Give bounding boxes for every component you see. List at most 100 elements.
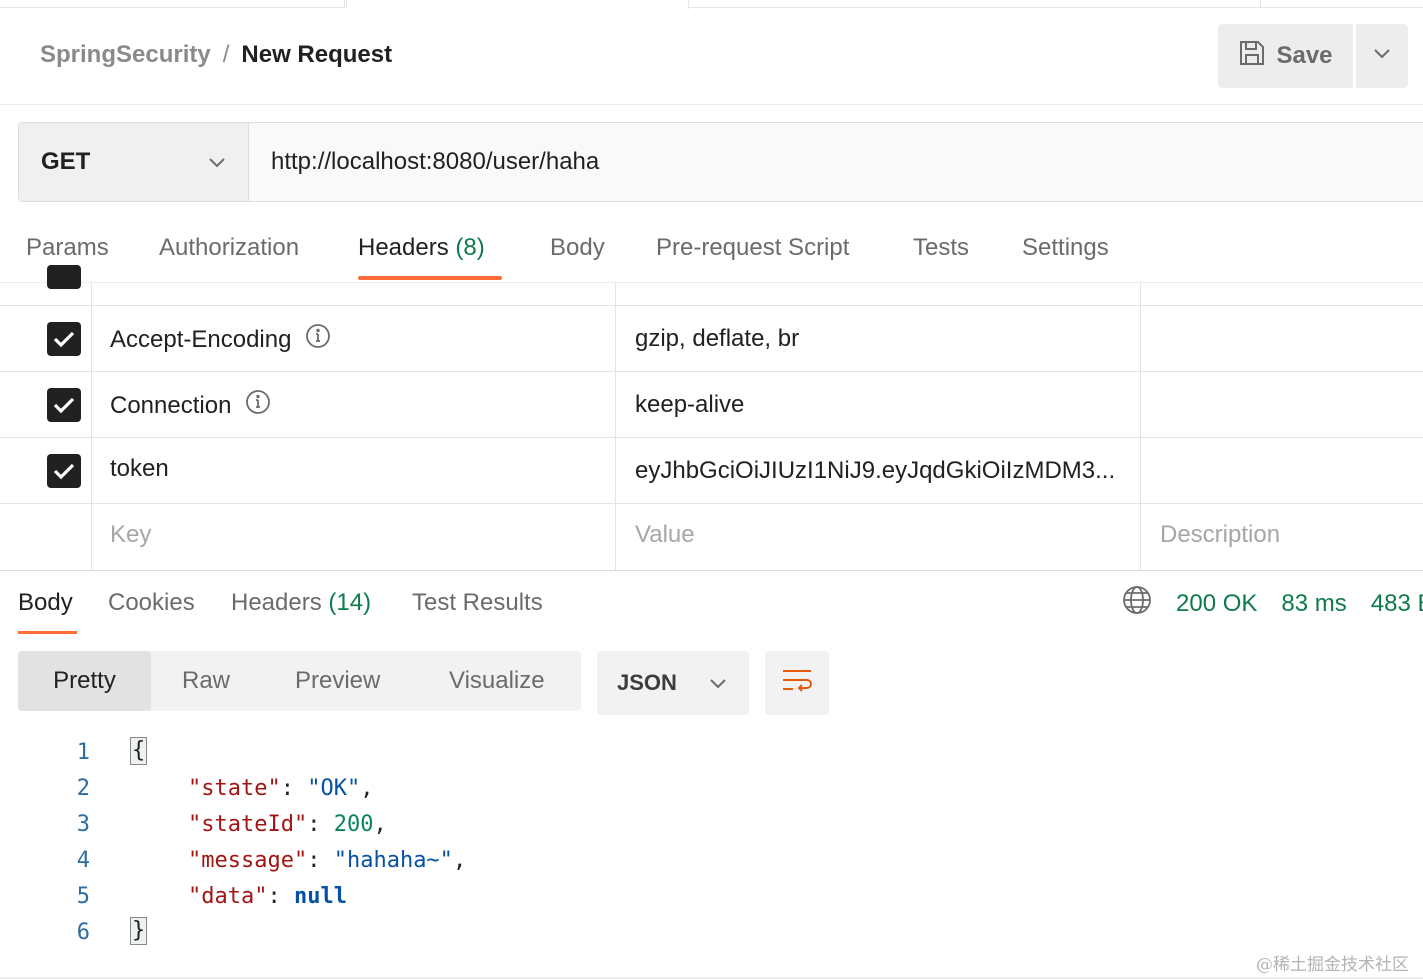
save-button[interactable]: Save bbox=[1218, 24, 1353, 88]
tab-label: Tests bbox=[913, 234, 970, 261]
line-number: 5 bbox=[76, 884, 90, 909]
tab-settings[interactable]: Settings bbox=[1022, 234, 1109, 262]
info-icon[interactable] bbox=[305, 323, 331, 356]
chevron-down-icon bbox=[1373, 47, 1391, 65]
tab-strip bbox=[0, 0, 1423, 9]
tab-label: Body bbox=[550, 234, 605, 261]
active-tab-indicator bbox=[358, 276, 502, 280]
line-number: 1 bbox=[76, 740, 90, 765]
json-value: 200 bbox=[333, 812, 374, 837]
code-line: "stateId": 200, bbox=[188, 812, 387, 837]
header-checkbox[interactable] bbox=[47, 322, 81, 356]
info-icon[interactable] bbox=[245, 389, 271, 422]
json-key: "message" bbox=[188, 848, 308, 873]
response-tab-headers[interactable]: Headers (14) bbox=[231, 589, 371, 617]
code-line: "data": null bbox=[188, 884, 347, 909]
breadcrumb: SpringSecurity / New Request bbox=[40, 41, 392, 69]
line-number: 3 bbox=[76, 812, 90, 837]
header-key-text: Connection bbox=[110, 391, 232, 419]
header-value[interactable]: eyJhbGciOiJIUzI1NiJ9.eyJqdGkiOiIzMDM3... bbox=[635, 457, 1115, 485]
view-raw-button[interactable]: Raw bbox=[182, 651, 230, 711]
json-key: "data" bbox=[188, 884, 268, 909]
breadcrumb-collection[interactable]: SpringSecurity bbox=[40, 41, 211, 69]
json-key: "state" bbox=[188, 776, 281, 801]
tab-tests[interactable]: Tests bbox=[913, 234, 969, 262]
response-time[interactable]: 83 ms bbox=[1281, 590, 1346, 618]
code-line: "state": "OK", bbox=[188, 776, 374, 801]
tab-label: Cookies bbox=[108, 589, 195, 616]
view-pretty-button[interactable]: Pretty bbox=[18, 651, 151, 711]
json-value: "OK" bbox=[307, 776, 361, 801]
headers-table: Accept-Encoding gzip, deflate, br Connec… bbox=[0, 265, 1423, 570]
tab-body[interactable]: Body bbox=[550, 234, 605, 262]
globe-icon[interactable] bbox=[1122, 585, 1152, 622]
header-key[interactable]: Connection bbox=[110, 389, 271, 422]
status-code[interactable]: 200 OK bbox=[1176, 590, 1257, 618]
request-tabs: Params Authorization Headers (8) Body Pr… bbox=[0, 222, 1423, 282]
tab-divider bbox=[1260, 0, 1261, 8]
response-tab-body[interactable]: Body bbox=[18, 589, 73, 617]
format-select[interactable]: JSON bbox=[597, 651, 749, 715]
header-checkbox[interactable] bbox=[47, 454, 81, 488]
response-size[interactable]: 483 B bbox=[1371, 590, 1423, 618]
code-line: { bbox=[130, 737, 148, 765]
tab-label: Authorization bbox=[159, 234, 300, 261]
tab-count: (14) bbox=[328, 589, 372, 616]
response-status: 200 OK 83 ms 483 B bbox=[1122, 585, 1423, 622]
header-value[interactable]: keep-alive bbox=[635, 391, 744, 419]
close-brace: } bbox=[130, 917, 148, 945]
tab-label: Params bbox=[26, 234, 109, 261]
request-header: SpringSecurity / New Request Save bbox=[0, 8, 1423, 105]
tab-label: Pre-request Script bbox=[656, 234, 850, 261]
json-comma: , bbox=[360, 776, 374, 801]
view-mode-group: Pretty Raw Preview Visualize bbox=[18, 651, 581, 711]
line-number: 2 bbox=[76, 776, 90, 801]
watermark: @稀土掘金技术社区 bbox=[1256, 955, 1409, 975]
tab-count: (8) bbox=[455, 234, 485, 261]
json-comma: , bbox=[373, 812, 387, 837]
open-brace: { bbox=[130, 737, 148, 765]
json-comma: , bbox=[452, 848, 467, 873]
save-icon bbox=[1238, 39, 1266, 74]
response-tab-cookies[interactable]: Cookies bbox=[108, 589, 195, 617]
header-key-text: Accept-Encoding bbox=[110, 325, 292, 353]
header-checkbox[interactable] bbox=[47, 388, 81, 422]
header-key[interactable]: token bbox=[110, 455, 169, 483]
response-body-editor[interactable]: 1 2 3 4 5 6 { "state": "OK", "stateId": … bbox=[0, 735, 1423, 955]
breadcrumb-separator: / bbox=[222, 41, 230, 68]
new-description-input[interactable]: Description bbox=[1160, 521, 1280, 549]
json-value: null bbox=[293, 884, 347, 909]
line-number: 4 bbox=[76, 848, 90, 873]
chevron-down-icon bbox=[709, 670, 727, 696]
view-visualize-button[interactable]: Visualize bbox=[449, 651, 545, 711]
save-label: Save bbox=[1276, 42, 1333, 69]
tab-authorization[interactable]: Authorization bbox=[159, 234, 299, 262]
tab-params[interactable]: Params bbox=[26, 234, 109, 262]
json-key: "stateId" bbox=[188, 812, 308, 837]
table-row-new: Key Value Description bbox=[0, 504, 1423, 570]
new-value-input[interactable]: Value bbox=[635, 521, 695, 549]
tab-divider bbox=[344, 0, 345, 8]
tab-label: Settings bbox=[1022, 234, 1109, 261]
new-key-input[interactable]: Key bbox=[110, 521, 151, 549]
wrap-lines-button[interactable] bbox=[765, 651, 829, 715]
request-name[interactable]: New Request bbox=[241, 41, 392, 69]
tab-pre-request-script[interactable]: Pre-request Script bbox=[656, 234, 849, 262]
active-tab-indicator bbox=[18, 631, 77, 634]
header-checkbox[interactable] bbox=[47, 265, 81, 289]
tab-headers[interactable]: Headers (8) bbox=[358, 234, 485, 262]
header-value[interactable]: gzip, deflate, br bbox=[635, 325, 799, 353]
line-number: 6 bbox=[76, 920, 90, 945]
url-bar: GET http://localhost:8080/user/haha bbox=[18, 122, 1423, 202]
view-preview-button[interactable]: Preview bbox=[295, 651, 380, 711]
header-key[interactable]: Accept-Encoding bbox=[110, 323, 331, 356]
tab-label: Body bbox=[18, 589, 73, 616]
url-input[interactable]: http://localhost:8080/user/haha bbox=[249, 123, 1423, 201]
method-select[interactable]: GET bbox=[19, 123, 249, 201]
save-options-button[interactable] bbox=[1356, 24, 1408, 88]
response-panel: Body Cookies Headers (14) Test Results 2… bbox=[0, 570, 1423, 979]
chevron-down-icon bbox=[208, 148, 226, 176]
response-tab-test-results[interactable]: Test Results bbox=[412, 589, 543, 617]
table-row: token eyJhbGciOiJIUzI1NiJ9.eyJqdGkiOiIzM… bbox=[0, 438, 1423, 504]
header-key-text: token bbox=[110, 455, 169, 482]
